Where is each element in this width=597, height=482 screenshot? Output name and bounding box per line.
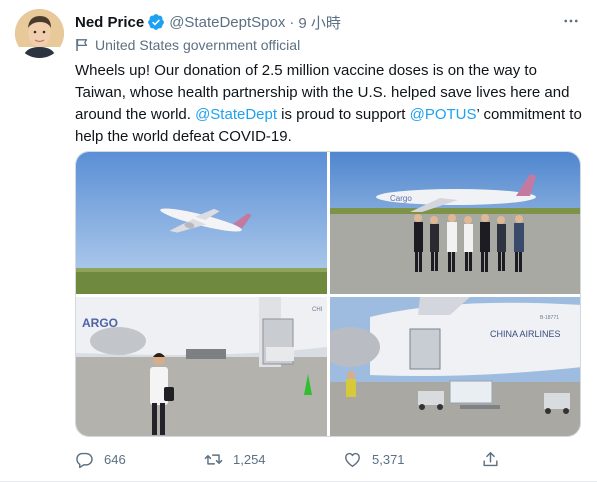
retweet-icon: [204, 453, 223, 465]
tweet-timestamp[interactable]: 9 小時: [298, 12, 341, 33]
like-count: 5,371: [372, 451, 405, 467]
mention-potus[interactable]: @POTUS: [410, 106, 477, 123]
reply-count: 646: [104, 451, 126, 467]
tweet[interactable]: Ned Price @StateDeptSpox · 9 小時 United S…: [0, 0, 597, 482]
government-label-text: United States government official: [95, 37, 301, 53]
share-button[interactable]: [481, 448, 510, 470]
more-icon[interactable]: [560, 10, 582, 32]
tweet-actions: 646 1,254 5,371: [75, 448, 515, 470]
author-handle[interactable]: @StateDeptSpox: [169, 14, 285, 31]
like-icon: [345, 452, 360, 467]
photo-plane-takeoff[interactable]: [76, 152, 327, 294]
media-grid: Cargo ARGO CHI CHINA AIRLINES B-18771: [75, 151, 581, 437]
tweet-header: Ned Price @StateDeptSpox · 9 小時: [75, 11, 341, 33]
retweet-count: 1,254: [233, 451, 266, 467]
photo-4-china-airlines-text: CHINA AIRLINES: [490, 329, 561, 339]
photo-3-cargo-text: ARGO: [82, 316, 118, 330]
tweet-text-part: is proud to support: [277, 106, 410, 123]
photo-3-small-text: CHI: [312, 307, 323, 313]
like-button[interactable]: 5,371: [343, 448, 405, 470]
author-name[interactable]: Ned Price: [75, 14, 144, 31]
separator-dot: ·: [289, 13, 295, 31]
avatar[interactable]: [15, 9, 64, 58]
government-label[interactable]: United States government official: [75, 35, 300, 55]
reply-button[interactable]: 646: [75, 448, 126, 470]
tweet-text: Wheels up! Our donation of 2.5 million v…: [75, 60, 585, 148]
mention-statedept[interactable]: @StateDept: [195, 106, 277, 123]
reply-icon: [76, 452, 93, 468]
photo-group-in-front-of-plane[interactable]: Cargo: [330, 152, 580, 294]
retweet-button[interactable]: 1,254: [204, 448, 266, 470]
government-flag-icon: [75, 38, 89, 52]
verified-badge-icon: [147, 13, 165, 31]
photo-4-registration-text: B-18771: [540, 315, 559, 321]
photo-2-cargo-text: Cargo: [390, 194, 412, 203]
photo-woman-by-cargo-plane[interactable]: ARGO CHI: [76, 297, 327, 436]
share-icon: [483, 451, 498, 466]
photo-china-airlines-loading[interactable]: CHINA AIRLINES B-18771: [330, 297, 580, 436]
